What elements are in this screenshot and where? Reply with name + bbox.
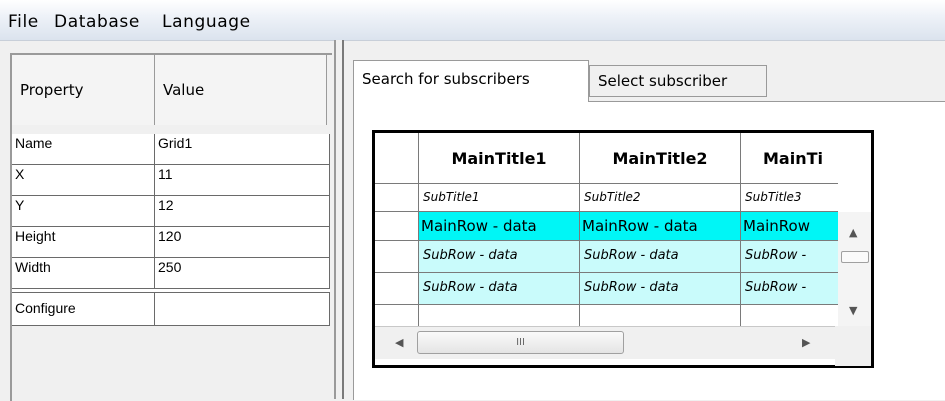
- property-height-label: Height: [12, 227, 155, 258]
- horizontal-scrollbar[interactable]: ◀ III ▶: [375, 326, 835, 359]
- sub-title-3[interactable]: SubTitle3: [741, 184, 838, 212]
- empty-cell: [580, 305, 741, 326]
- property-y-label: Y: [12, 196, 155, 227]
- scroll-up-icon[interactable]: ▲: [849, 226, 857, 239]
- tab-search-for-subscribers[interactable]: Search for subscribers: [353, 60, 589, 102]
- main-title-3[interactable]: MainTi: [741, 133, 838, 184]
- property-y-value[interactable]: 12: [155, 196, 330, 227]
- row-header: [375, 184, 419, 212]
- property-width-value[interactable]: 250: [155, 258, 330, 289]
- menu-database[interactable]: Database: [54, 12, 140, 32]
- sub-row-2-cell-3[interactable]: SubRow -: [741, 273, 838, 305]
- row-header: [375, 212, 419, 241]
- data-grid: MainTitle1 MainTitle2 MainTi SubTitle1 S…: [372, 130, 874, 368]
- sub-row-2-cell-2[interactable]: SubRow - data: [580, 273, 741, 305]
- property-name-label: Name: [12, 134, 155, 165]
- row-header: [375, 273, 419, 305]
- sub-row-2-cell-1[interactable]: SubRow - data: [419, 273, 580, 305]
- property-name-value[interactable]: Grid1: [155, 134, 330, 165]
- sub-row-1-cell-2[interactable]: SubRow - data: [580, 241, 741, 273]
- main-row-cell-2[interactable]: MainRow - data: [580, 212, 741, 241]
- empty-cell: [419, 305, 580, 326]
- sub-row-1-cell-3[interactable]: SubRow -: [741, 241, 838, 273]
- row-header: [375, 241, 419, 273]
- vertical-scroll-thumb[interactable]: [841, 251, 869, 263]
- main-title-1[interactable]: MainTitle1: [419, 133, 580, 184]
- property-height-value[interactable]: 120: [155, 227, 330, 258]
- property-panel: Property Value Name Grid1 X 11 Y 12 Heig…: [10, 53, 332, 401]
- configure-button[interactable]: Configure: [12, 293, 155, 326]
- vertical-scrollbar[interactable]: ▲ ▼: [838, 212, 871, 326]
- row-header-corner: [375, 133, 419, 184]
- scroll-down-icon[interactable]: ▼: [849, 304, 857, 317]
- scrollbar-corner: [835, 326, 871, 366]
- configure-value: [155, 293, 330, 326]
- property-x-label: X: [12, 165, 155, 196]
- sub-row-1-cell-1[interactable]: SubRow - data: [419, 241, 580, 273]
- empty-cell: [741, 305, 838, 326]
- value-column-header: Value: [155, 55, 327, 125]
- property-column-header: Property: [12, 55, 155, 125]
- menu-bar: File Database Language: [0, 0, 945, 41]
- main-row-cell-3[interactable]: MainRow: [741, 212, 838, 241]
- tab-select-subscriber[interactable]: Select subscriber: [589, 65, 767, 97]
- scroll-right-icon[interactable]: ▶: [802, 336, 810, 349]
- panel-splitter[interactable]: [334, 40, 344, 399]
- property-x-value[interactable]: 11: [155, 165, 330, 196]
- sub-title-2[interactable]: SubTitle2: [580, 184, 741, 212]
- row-header: [375, 305, 419, 326]
- sub-title-1[interactable]: SubTitle1: [419, 184, 580, 212]
- scroll-left-icon[interactable]: ◀: [395, 336, 403, 349]
- main-title-2[interactable]: MainTitle2: [580, 133, 741, 184]
- property-width-label: Width: [12, 258, 155, 289]
- main-row-cell-1[interactable]: MainRow - data: [419, 212, 580, 241]
- menu-language[interactable]: Language: [162, 12, 251, 32]
- horizontal-scroll-thumb[interactable]: III: [417, 331, 624, 354]
- menu-file[interactable]: File: [8, 12, 39, 32]
